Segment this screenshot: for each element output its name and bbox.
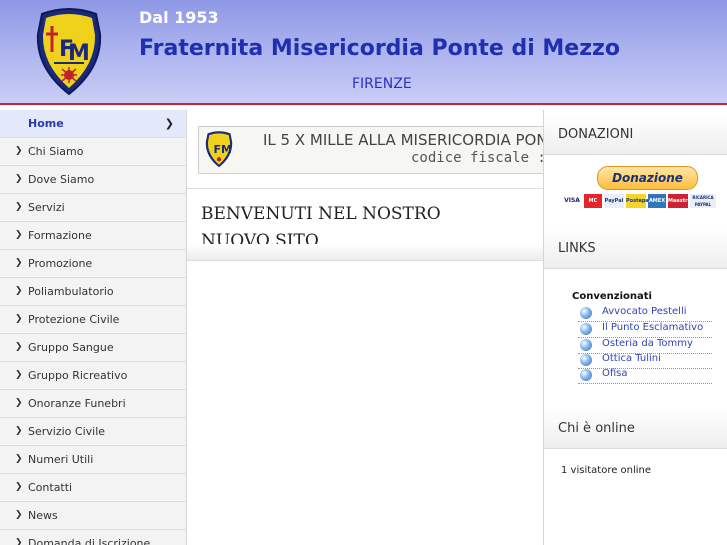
paypal-icon: PayPal [604, 194, 624, 208]
paypal-recharge-icon: RICARICA PAYPAL [690, 194, 716, 208]
misericordia-logo[interactable]: F M [34, 6, 104, 98]
link-item[interactable]: Il Punto Esclamativo [578, 322, 712, 338]
menu-item-protezione-civile[interactable]: ❯ Protezione Civile [0, 306, 186, 334]
right-sidebar: DONAZIONI Donazione VISA MC PayPal Poste… [543, 110, 727, 545]
postepay-icon: Postepay [626, 194, 652, 208]
menu-item-onoranze-funebri[interactable]: ❯ Onoranze Funebri [0, 390, 186, 418]
menu-item-servizio-civile[interactable]: ❯ Servizio Civile [0, 418, 186, 446]
menu-item-chi-siamo[interactable]: ❯ Chi Siamo [0, 138, 186, 166]
menu-item-numeri-utili[interactable]: ❯ Numeri Utili [0, 446, 186, 474]
menu-item-gruppo-sangue[interactable]: ❯ Gruppo Sangue [0, 334, 186, 362]
welcome-line-1: BENVENUTI NEL NOSTRO [201, 204, 441, 224]
chevron-right-icon: ❯ [15, 230, 23, 240]
chevron-right-icon: ❯ [15, 538, 23, 545]
globe-icon [580, 339, 592, 351]
site-title[interactable]: Fraternita Misericordia Ponte di Mezzo [139, 36, 620, 61]
menu-item-label: Protezione Civile [28, 313, 120, 326]
menu-item-servizi[interactable]: ❯ Servizi [0, 194, 186, 222]
online-title-bar: Chi è online [544, 408, 727, 449]
chevron-right-icon: ❯ [15, 454, 23, 464]
amex-icon: AMEX [648, 194, 666, 208]
content-divider [187, 188, 543, 189]
banner-tax-code: codice fiscale : 013 [411, 150, 543, 166]
menu-item-label: Gruppo Sangue [28, 341, 114, 354]
chevron-right-icon: ❯ [164, 117, 174, 130]
five-per-mille-banner[interactable]: FM IL 5 X MILLE ALLA MISERICORDIA PONTE … [198, 126, 543, 174]
menu-item-label: Onoranze Funebri [28, 397, 126, 410]
menu-item-poliambulatorio[interactable]: ❯ Poliambulatorio [0, 278, 186, 306]
chevron-right-icon: ❯ [15, 426, 23, 436]
menu-item-label: Home [28, 117, 64, 130]
menu-item-label: Gruppo Ricreativo [28, 369, 128, 382]
site-header: F M Dal 1953 Fraternita Misericordia Pon… [0, 0, 727, 103]
menu-item-contatti[interactable]: ❯ Contatti [0, 474, 186, 502]
globe-icon [580, 369, 592, 381]
chevron-right-icon: ❯ [15, 314, 23, 324]
menu-item-label: Dove Siamo [28, 173, 95, 186]
menu-item-label: Numeri Utili [28, 453, 94, 466]
link-label: Il Punto Esclamativo [602, 322, 704, 333]
menu-item-label: Contatti [28, 481, 73, 494]
links-title-bar: LINKS [544, 228, 727, 269]
link-label: Osteria da Tommy [602, 338, 693, 349]
menu-item-label: News [28, 509, 58, 522]
menu-item-domanda-iscrizione[interactable]: ❯ Domanda di Iscrizione [0, 530, 186, 545]
chevron-right-icon: ❯ [15, 202, 23, 212]
menu-item-label: Chi Siamo [28, 145, 84, 158]
chevron-right-icon: ❯ [15, 398, 23, 408]
globe-icon [580, 307, 592, 319]
site-city: FIRENZE [352, 76, 412, 92]
link-label: Ottica Tulini [602, 353, 661, 364]
header-divider [0, 103, 727, 105]
menu-item-label: Formazione [28, 229, 92, 242]
link-item[interactable]: Ottica Tulini [578, 353, 712, 369]
maestro-icon: Maestro [668, 194, 691, 208]
menu-item-label: Domanda di Iscrizione [28, 537, 151, 545]
chevron-right-icon: ❯ [15, 370, 23, 380]
misericordia-logo: FM [205, 131, 233, 168]
online-title: Chi è online [558, 421, 635, 436]
chevron-right-icon: ❯ [15, 174, 23, 184]
donations-title-bar: DONAZIONI [544, 114, 727, 155]
menu-item-label: Promozione [28, 257, 93, 270]
menu-item-label: Poliambulatorio [28, 285, 114, 298]
donations-title: DONAZIONI [558, 127, 634, 142]
founded-year: Dal 1953 [139, 8, 219, 27]
online-visitors-count: 1 visitatore online [561, 465, 652, 476]
link-item[interactable]: Osteria da Tommy [578, 338, 712, 354]
menu-item-news[interactable]: ❯ News [0, 502, 186, 530]
link-label: Ofisa [602, 368, 628, 379]
main-menu: Home ❯ ❯ Chi Siamo ❯ Dove Siamo ❯ Servizi ❯… [0, 110, 187, 545]
link-item[interactable]: Ofisa [578, 368, 712, 384]
menu-item-dove-siamo[interactable]: ❯ Dove Siamo [0, 166, 186, 194]
main-content: FM IL 5 X MILLE ALLA MISERICORDIA PONTE … [187, 110, 543, 545]
menu-item-promozione[interactable]: ❯ Promozione [0, 250, 186, 278]
link-label: Avvocato Pestelli [602, 306, 687, 317]
links-group-title: Convenzionati [572, 291, 652, 302]
chevron-right-icon: ❯ [15, 258, 23, 268]
globe-icon [580, 323, 592, 335]
menu-item-label: Servizi [28, 201, 65, 214]
globe-icon [580, 354, 592, 366]
menu-item-formazione[interactable]: ❯ Formazione [0, 222, 186, 250]
link-item[interactable]: Avvocato Pestelli [578, 306, 712, 322]
menu-item-gruppo-ricreativo[interactable]: ❯ Gruppo Ricreativo [0, 362, 186, 390]
chevron-right-icon: ❯ [15, 342, 23, 352]
chevron-right-icon: ❯ [15, 146, 23, 156]
menu-item-home[interactable]: Home ❯ [0, 110, 186, 138]
chevron-right-icon: ❯ [15, 510, 23, 520]
chevron-right-icon: ❯ [15, 286, 23, 296]
links-title: LINKS [558, 241, 596, 256]
donate-button[interactable]: Donazione [597, 166, 698, 190]
chevron-right-icon: ❯ [15, 482, 23, 492]
mastercard-icon: MC [584, 194, 602, 208]
banner-headline: IL 5 X MILLE ALLA MISERICORDIA PONTE [263, 131, 543, 149]
visa-icon: VISA [562, 194, 582, 208]
svg-text:FM: FM [213, 143, 232, 156]
article-bar [187, 244, 543, 261]
menu-item-label: Servizio Civile [28, 425, 106, 438]
